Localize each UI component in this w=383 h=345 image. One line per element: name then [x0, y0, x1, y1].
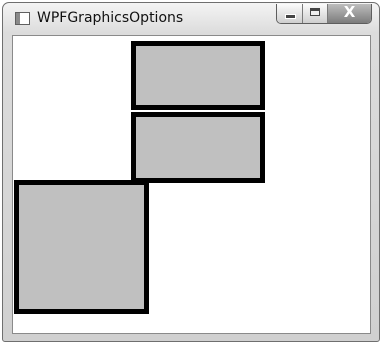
bottom-left-rectangle — [14, 180, 149, 314]
application-window: WPFGraphicsOptions X — [2, 2, 380, 342]
caption-buttons: X — [276, 4, 372, 24]
window-icon[interactable] — [15, 12, 30, 25]
close-button[interactable]: X — [328, 4, 371, 23]
window-title: WPFGraphicsOptions — [37, 10, 184, 26]
middle-rectangle — [131, 112, 265, 183]
top-rectangle — [131, 41, 265, 110]
maximize-button[interactable] — [303, 4, 328, 23]
maximize-icon — [310, 8, 320, 16]
minimize-icon — [285, 14, 296, 19]
minimize-button[interactable] — [277, 4, 303, 23]
drawing-canvas — [12, 35, 371, 334]
close-icon: X — [343, 4, 356, 21]
